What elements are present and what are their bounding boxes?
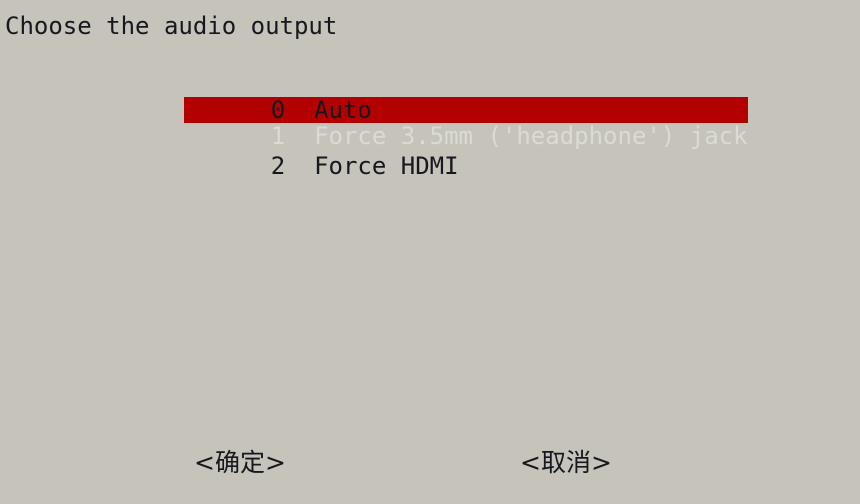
list-item-label: Force 3.5mm ('headphone') jack [314,122,748,150]
page-title: Choose the audio output [5,12,338,40]
cancel-button[interactable]: <取消> [520,446,612,480]
list-item-gap [285,96,314,124]
list-item-index: 2 [270,152,286,180]
list-item[interactable]: 0 Auto [184,68,372,124]
ok-button[interactable]: <确定> [194,446,286,480]
list-item-label: Auto [314,96,372,124]
list-item-label: Force HDMI [314,152,459,180]
list-item-gap [285,122,314,150]
list-item-index: 0 [270,96,286,124]
audio-output-menu[interactable]: 0 Auto 1 Force 3.5mm ('headphone') jack … [184,68,748,180]
list-item-gap [285,152,314,180]
terminal-screen: Choose the audio output 0 Auto 1 Force 3… [0,0,860,504]
list-item-index: 1 [270,122,286,150]
dialog-button-bar: <确定> <取消> [0,446,860,486]
